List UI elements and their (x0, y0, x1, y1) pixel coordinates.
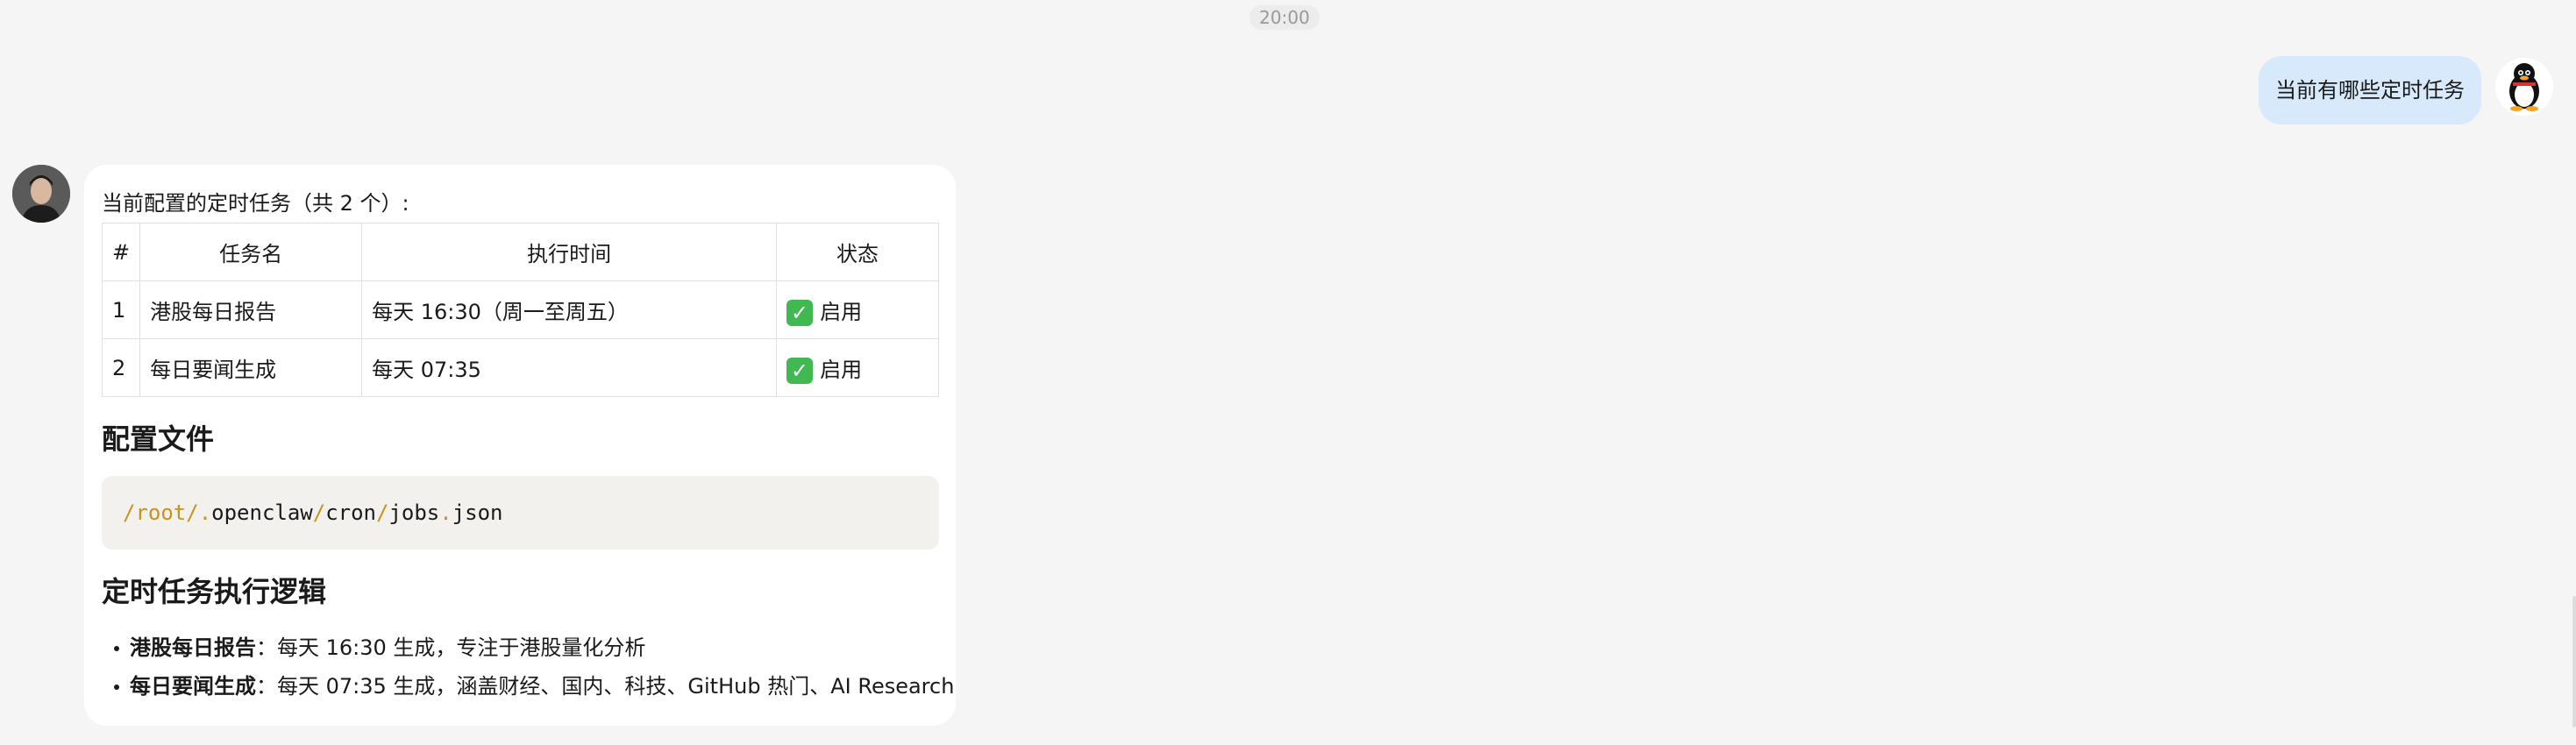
scrollbar[interactable] (2572, 596, 2576, 727)
code-segment: / (376, 500, 389, 525)
code-segment: . (198, 500, 212, 525)
bot-avatar[interactable] (12, 165, 70, 223)
code-segment: openclaw (211, 500, 313, 525)
logic-list: 港股每日报告：每天 16:30 生成，专注于港股量化分析 每日要闻生成：每天 0… (102, 628, 954, 706)
row-status: ✓ 启用 (776, 338, 939, 397)
bot-message-bubble: 当前配置的定时任务（共 2 个）: # 任务名 执行时间 状态 1 港股每日报告… (84, 165, 956, 726)
status-label: 启用 (820, 299, 863, 324)
user-avatar[interactable] (2495, 58, 2553, 116)
column-header-exec-time: 执行时间 (361, 223, 778, 281)
row-index: 2 (101, 338, 141, 397)
config-file-heading: 配置文件 (102, 422, 215, 456)
code-segment: /root/ (123, 500, 199, 525)
column-header-status: 状态 (776, 223, 939, 281)
list-item: 每日要闻生成：每天 07:35 生成，涵盖财经、国内、科技、GitHub 热门、… (102, 667, 954, 706)
row-task-name: 港股每日报告 (139, 280, 363, 339)
list-item-desc: ：每天 07:35 生成，涵盖财经、国内、科技、GitHub 热门、AI Res… (256, 674, 955, 699)
table-row: 1 港股每日报告 每天 16:30（周一至周五） ✓ 启用 (101, 280, 939, 339)
row-exec-time: 每天 07:35 (361, 338, 778, 397)
penguin-icon (2509, 63, 2539, 111)
row-index: 1 (101, 280, 141, 339)
column-header-index: # (101, 223, 141, 281)
check-mark-icon: ✓ (786, 299, 814, 326)
config-path-code-block[interactable]: /root/.openclaw/cron/jobs.json (102, 476, 939, 550)
user-message-text: 当前有哪些定时任务 (2275, 78, 2465, 103)
list-item-desc: ：每天 16:30 生成，专注于港股量化分析 (256, 635, 646, 660)
row-task-name: 每日要闻生成 (139, 338, 363, 397)
user-message-bubble: 当前有哪些定时任务 (2259, 56, 2481, 124)
table-row: 2 每日要闻生成 每天 07:35 ✓ 启用 (101, 338, 939, 397)
person-avatar-icon (12, 165, 70, 223)
bot-intro-text: 当前配置的定时任务（共 2 个）: (102, 191, 409, 216)
list-item-title: 每日要闻生成 (130, 674, 256, 699)
list-item: 港股每日报告：每天 16:30 生成，专注于港股量化分析 (102, 628, 938, 667)
code-segment: jobs (388, 500, 440, 525)
message-timestamp: 20:00 (1249, 5, 1320, 30)
tasks-table: # 任务名 执行时间 状态 1 港股每日报告 每天 16:30（周一至周五） ✓… (101, 223, 939, 397)
code-segment: cron (325, 500, 376, 525)
logic-heading: 定时任务执行逻辑 (102, 575, 327, 608)
code-segment: . (439, 500, 452, 525)
list-item-title: 港股每日报告 (130, 635, 256, 660)
status-label: 启用 (820, 357, 863, 382)
code-segment: / (312, 500, 326, 525)
row-exec-time: 每天 16:30（周一至周五） (361, 280, 778, 339)
row-status: ✓ 启用 (776, 280, 939, 339)
check-mark-icon: ✓ (786, 357, 814, 384)
table-header-row: # 任务名 执行时间 状态 (101, 223, 939, 281)
code-segment: json (452, 500, 503, 525)
column-header-task-name: 任务名 (139, 223, 363, 281)
